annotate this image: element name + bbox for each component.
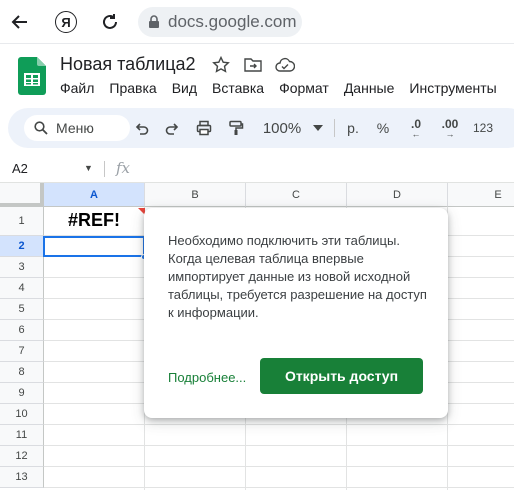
- menu-search[interactable]: Меню: [24, 115, 130, 141]
- toolbar: Меню 100% р. % .0 ← .00 → 123: [8, 108, 514, 148]
- redo-button[interactable]: [162, 116, 182, 140]
- fx-icon: fx: [116, 159, 131, 177]
- menu-data[interactable]: Данные: [344, 80, 403, 96]
- redo-icon: [165, 123, 179, 135]
- search-icon: [34, 121, 48, 135]
- paint-format-icon: [229, 120, 244, 135]
- chevron-down-icon: [313, 125, 324, 131]
- row-header-7[interactable]: 7: [0, 341, 44, 362]
- menu-bar: Файл Правка Вид Вставка Формат Данные Ин…: [60, 80, 512, 96]
- menu-search-label: Меню: [56, 120, 94, 136]
- column-header-c[interactable]: C: [246, 183, 347, 207]
- address-bar[interactable]: docs.google.com: [138, 7, 302, 37]
- formula-divider: [104, 161, 105, 177]
- increase-decimal-button[interactable]: .00 →: [438, 116, 462, 140]
- popup-message: Необходимо подключить эти таблицы. Когда…: [168, 233, 427, 320]
- row-line: [44, 424, 514, 425]
- name-box-dropdown-icon[interactable]: ▼: [84, 163, 93, 173]
- yandex-icon: Я: [55, 11, 77, 33]
- zoom-value: 100%: [262, 119, 302, 137]
- column-header-b[interactable]: B: [145, 183, 246, 207]
- reload-icon: [103, 14, 117, 29]
- browser-bar: Я docs.google.com: [0, 0, 514, 44]
- menu-view[interactable]: Вид: [172, 80, 205, 96]
- column-header-a[interactable]: A: [44, 183, 145, 207]
- percent-format-button[interactable]: %: [374, 116, 392, 140]
- access-permission-popup: Необходимо подключить эти таблицы. Когда…: [144, 208, 448, 418]
- menu-file[interactable]: Файл: [60, 80, 102, 96]
- move-folder-icon[interactable]: [242, 54, 264, 76]
- row-header-3[interactable]: 3: [0, 257, 44, 278]
- decrease-decimal-button[interactable]: .0 ←: [404, 116, 428, 140]
- undo-icon: [135, 123, 149, 135]
- document-title[interactable]: Новая таблица2: [60, 54, 196, 75]
- select-all-corner[interactable]: [0, 183, 44, 207]
- sheets-logo-icon[interactable]: [18, 57, 46, 95]
- row-header-8[interactable]: 8: [0, 362, 44, 383]
- row-header-6[interactable]: 6: [0, 320, 44, 341]
- lock-icon: [149, 15, 159, 28]
- toolbar-divider: [334, 119, 335, 137]
- arrow-right-icon: →: [445, 129, 455, 139]
- selected-cell-a2[interactable]: [43, 236, 145, 257]
- menu-edit[interactable]: Правка: [109, 80, 164, 96]
- column-header-e[interactable]: E: [448, 183, 514, 207]
- row-header-13[interactable]: 13: [0, 467, 44, 488]
- print-button[interactable]: [194, 116, 214, 140]
- row-header-10[interactable]: 10: [0, 404, 44, 425]
- cloud-status-icon[interactable]: [274, 54, 296, 76]
- row-header-2[interactable]: 2: [0, 236, 44, 257]
- row-header-5[interactable]: 5: [0, 299, 44, 320]
- row-header-1[interactable]: 1: [0, 207, 44, 236]
- url-text: docs.google.com: [168, 12, 297, 31]
- cell-a1[interactable]: #REF!: [44, 208, 144, 232]
- currency-format-button[interactable]: р.: [344, 116, 362, 140]
- arrow-left-icon: ←: [411, 129, 421, 139]
- menu-tools[interactable]: Инструменты: [409, 80, 504, 96]
- row-line: [44, 445, 514, 446]
- column-header-d[interactable]: D: [347, 183, 448, 207]
- reload-button[interactable]: [96, 8, 124, 36]
- number-format-button[interactable]: 123: [470, 116, 496, 140]
- star-icon[interactable]: [210, 54, 232, 76]
- row-header-4[interactable]: 4: [0, 278, 44, 299]
- print-icon: [196, 120, 212, 136]
- zoom-select[interactable]: 100%: [258, 116, 328, 140]
- row-header-12[interactable]: 12: [0, 446, 44, 467]
- row-line: [44, 487, 514, 488]
- row-header-11[interactable]: 11: [0, 425, 44, 446]
- menu-insert[interactable]: Вставка: [212, 80, 272, 96]
- allow-access-button[interactable]: Открыть доступ: [260, 358, 423, 394]
- row-line: [44, 466, 514, 467]
- undo-button[interactable]: [132, 116, 152, 140]
- row-header-9[interactable]: 9: [0, 383, 44, 404]
- back-arrow-icon: [11, 15, 27, 29]
- yandex-button[interactable]: Я: [52, 8, 80, 36]
- learn-more-link[interactable]: Подробнее...: [168, 370, 246, 385]
- name-box[interactable]: A2: [12, 161, 28, 176]
- menu-format[interactable]: Формат: [279, 80, 337, 96]
- paint-format-button[interactable]: [226, 116, 246, 140]
- back-button[interactable]: [6, 8, 34, 36]
- formula-bar: A2 ▼ fx: [0, 155, 514, 183]
